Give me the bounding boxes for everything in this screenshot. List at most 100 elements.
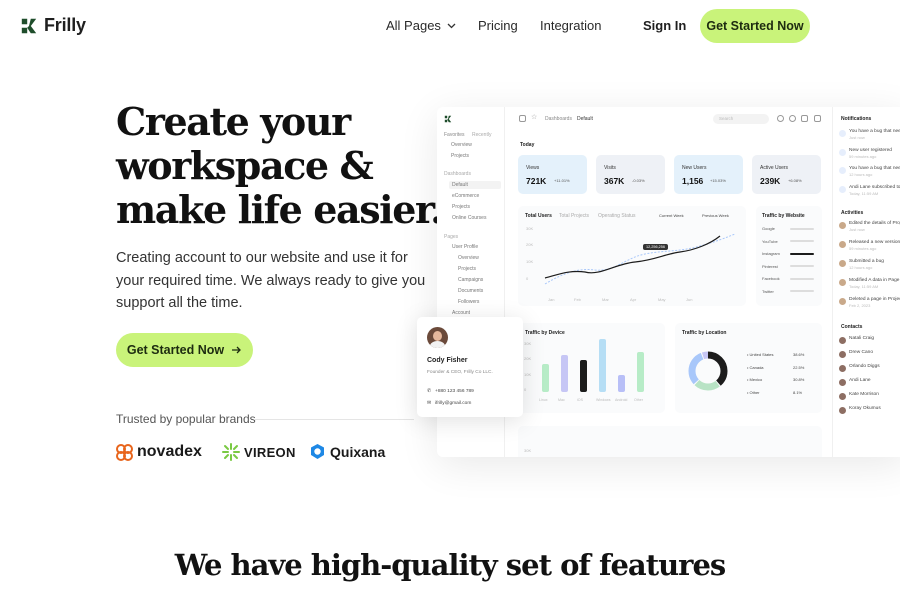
item-icon xyxy=(839,298,846,305)
item-text: Modified A data in Page X xyxy=(849,278,900,283)
sidebar-item-online-courses[interactable]: Online Courses xyxy=(452,215,486,221)
item-time: 59 minutes ago xyxy=(849,246,877,251)
chart-tab-total-users[interactable]: Total Users xyxy=(525,213,552,219)
item-icon xyxy=(839,167,846,174)
x-tick: Jun xyxy=(686,297,693,302)
breadcrumb-dashboards[interactable]: Dashboards xyxy=(545,116,572,122)
brand-logo[interactable]: Frilly xyxy=(20,15,86,36)
kpi-value: 367K xyxy=(604,176,625,186)
kpi-card-visits: Visits 367K -0.03% xyxy=(596,155,665,194)
location-pct: 22.5% xyxy=(793,364,805,370)
get-started-button-hero[interactable]: Get Started Now xyxy=(116,333,253,367)
kpi-change: +11.01% xyxy=(554,178,570,183)
divider xyxy=(254,419,414,420)
sidebar-item-ecommerce[interactable]: eCommerce xyxy=(452,193,479,199)
item-text: Deleted a page in Project X xyxy=(849,297,900,302)
phone-icon: ✆ xyxy=(427,389,432,394)
y-tick: 20K xyxy=(526,242,534,247)
users-line-chart xyxy=(544,233,736,285)
contact-avatar xyxy=(839,365,846,372)
item-text: New user registered xyxy=(849,147,892,153)
location-donut-chart xyxy=(688,351,728,391)
bell-icon[interactable] xyxy=(801,115,808,122)
legend-previous-week: Previous Week xyxy=(702,213,729,218)
sidebar-item-followers[interactable]: Followers xyxy=(458,299,479,305)
item-text: Submitted a bug xyxy=(849,259,884,264)
profile-role: Founder & CEO, Frilly Co LLC. xyxy=(427,370,493,375)
sidebar-item-projects[interactable]: Projects xyxy=(451,153,469,159)
dashboard-search-input[interactable]: Search xyxy=(713,114,769,124)
sidebar-item-profile-overview[interactable]: Overview xyxy=(458,255,479,261)
today-dropdown[interactable]: Today xyxy=(520,142,534,148)
item-icon xyxy=(839,241,846,248)
site-bar xyxy=(790,252,814,255)
item-time: Just now xyxy=(849,135,865,140)
kpi-change: +15.03% xyxy=(710,178,726,183)
nav-pricing[interactable]: Pricing xyxy=(478,18,518,33)
kpi-label: Views xyxy=(526,165,540,171)
star-icon[interactable]: ☆ xyxy=(531,113,538,121)
right-rail: Notifications You have a bug that needs.… xyxy=(832,107,900,457)
frilly-logo-icon xyxy=(444,115,452,123)
site-bar xyxy=(790,277,814,280)
contact-name[interactable]: Drew Cano xyxy=(849,350,873,355)
users-chart-panel: Total Users Total Projects Operating Sta… xyxy=(518,206,746,306)
nav-integration[interactable]: Integration xyxy=(540,18,601,33)
get-started-button-nav[interactable]: Get Started Now xyxy=(700,9,810,43)
profile-email: ✉ ifrilly@gmail.com xyxy=(427,401,471,406)
novadex-logo-icon xyxy=(116,443,133,461)
contact-name[interactable]: Orlando Diggs xyxy=(849,364,880,369)
sun-icon[interactable] xyxy=(777,115,784,122)
traffic-website-panel: Traffic by Website Google YouTube Instagra… xyxy=(756,206,822,306)
profile-phone: ✆ +880 123 456 789 xyxy=(427,389,474,394)
chevron-down-icon xyxy=(447,23,456,28)
panel-toggle-icon[interactable] xyxy=(814,115,821,122)
sidebar-item-projects-dash[interactable]: Projects xyxy=(452,204,470,210)
brand-vireon: VIREON xyxy=(222,443,296,461)
trusted-label: Trusted by popular brands xyxy=(116,412,256,426)
hero-title: Create your workspace & make life easier… xyxy=(116,99,443,232)
item-time: Just now xyxy=(849,227,865,232)
chart-tab-operating-status[interactable]: Operating Status xyxy=(598,213,636,219)
sidebar-item-campaigns[interactable]: Campaigns xyxy=(458,277,483,283)
traffic-device-title: Traffic by Device xyxy=(525,330,565,336)
profile-name: Cody Fisher xyxy=(427,357,468,364)
sign-in-link[interactable]: Sign In xyxy=(643,18,686,33)
contact-name[interactable]: Andi Lane xyxy=(849,378,871,383)
history-icon[interactable] xyxy=(789,115,796,122)
mail-icon: ✉ xyxy=(427,401,432,406)
sidebar-item-account[interactable]: Account xyxy=(452,310,470,316)
bottom-chart-panel: 30K xyxy=(518,426,822,457)
device-label: Linux xyxy=(539,398,548,402)
y-tick: 30K xyxy=(526,226,534,231)
contact-name[interactable]: Kate Morrison xyxy=(849,392,879,397)
site-bar xyxy=(790,290,814,292)
kpi-value: 1,156 xyxy=(682,176,704,186)
sidebar-item-documents[interactable]: Documents xyxy=(458,288,483,294)
previous-week-line xyxy=(544,233,736,285)
device-bar xyxy=(580,360,587,392)
device-label: Android xyxy=(615,398,628,402)
contact-name[interactable]: Natali Craig xyxy=(849,336,874,341)
profile-phone-value: +880 123 456 789 xyxy=(435,389,474,394)
device-bar xyxy=(561,355,568,392)
nav-all-pages[interactable]: All Pages xyxy=(386,18,456,33)
sidebar-item-profile-projects[interactable]: Projects xyxy=(458,266,476,272)
sidebar-item-user-profile[interactable]: User Profile xyxy=(452,244,478,250)
x-tick: May xyxy=(658,297,666,302)
location-name: • Other xyxy=(747,389,760,395)
chart-tab-total-projects[interactable]: Total Projects xyxy=(559,213,589,219)
contact-name[interactable]: Koray Okumus xyxy=(849,406,881,411)
sidebar-item-default[interactable]: Default xyxy=(449,181,501,189)
contact-avatar xyxy=(839,393,846,400)
sidebar-pages-heading: Pages xyxy=(444,234,459,240)
location-pct: 30.8% xyxy=(793,377,805,382)
top-nav: Frilly All Pages Pricing Integration Sig… xyxy=(0,0,900,52)
kpi-card-views: Views 721K +11.01% xyxy=(518,155,587,194)
sidebar-recently-tab[interactable]: Recently xyxy=(472,132,491,138)
sidebar-favorites-tab[interactable]: Favorites xyxy=(444,132,465,138)
sidebar-toggle-icon[interactable] xyxy=(519,115,526,122)
sidebar-item-overview[interactable]: Overview xyxy=(451,142,472,148)
site-label: Google xyxy=(762,226,775,231)
device-bar xyxy=(637,352,644,392)
